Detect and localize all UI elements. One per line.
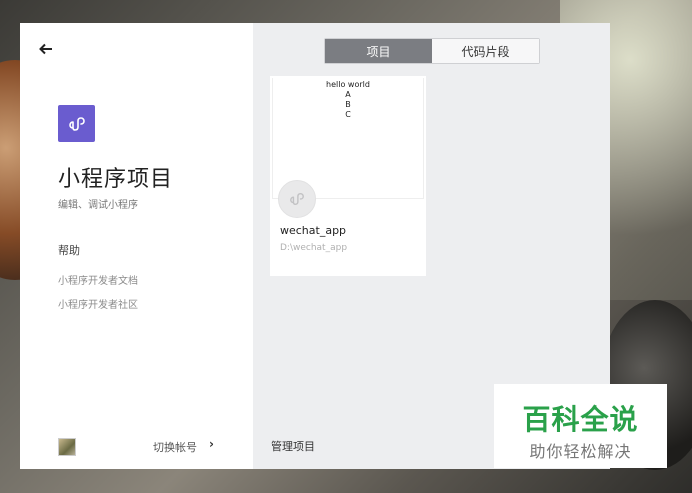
- preview-line: A: [345, 90, 351, 99]
- switch-account-button[interactable]: 切换帐号: [153, 439, 197, 455]
- avatar[interactable]: [58, 438, 76, 456]
- sidebar: 小程序项目 编辑、调试小程序 帮助 小程序开发者文档 小程序开发者社区 切换帐号…: [20, 23, 253, 469]
- project-card[interactable]: hello world A B C wechat_app D:\wechat_a…: [270, 76, 426, 276]
- help-heading: 帮助: [58, 244, 80, 257]
- tab-projects[interactable]: 项目: [325, 39, 432, 63]
- preview-line: C: [345, 110, 351, 119]
- project-name: wechat_app: [280, 224, 347, 237]
- page-subtitle: 编辑、调试小程序: [58, 200, 138, 211]
- tab-code-snippets[interactable]: 代码片段: [432, 39, 539, 63]
- arrow-left-icon[interactable]: [38, 41, 54, 57]
- tab-bar: 项目 代码片段: [324, 38, 540, 64]
- project-path: D:\wechat_app: [280, 243, 348, 253]
- mini-program-link-icon: [278, 180, 316, 218]
- watermark-title: 百科全说: [522, 403, 639, 436]
- preview-line: hello world: [326, 80, 370, 89]
- mini-program-logo-icon: [58, 105, 95, 142]
- page-title: 小程序项目: [58, 167, 174, 192]
- preview-text: hello world A B C: [273, 80, 423, 120]
- manage-projects-button[interactable]: 管理项目: [271, 438, 315, 454]
- chevron-right-icon[interactable]: ›: [209, 437, 214, 451]
- help-link-community[interactable]: 小程序开发者社区: [58, 296, 138, 311]
- watermark: 百科全说 助你轻松解决: [494, 384, 667, 468]
- preview-line: B: [345, 100, 351, 109]
- help-link-docs[interactable]: 小程序开发者文档: [58, 272, 138, 287]
- watermark-subtitle: 助你轻松解决: [529, 442, 632, 461]
